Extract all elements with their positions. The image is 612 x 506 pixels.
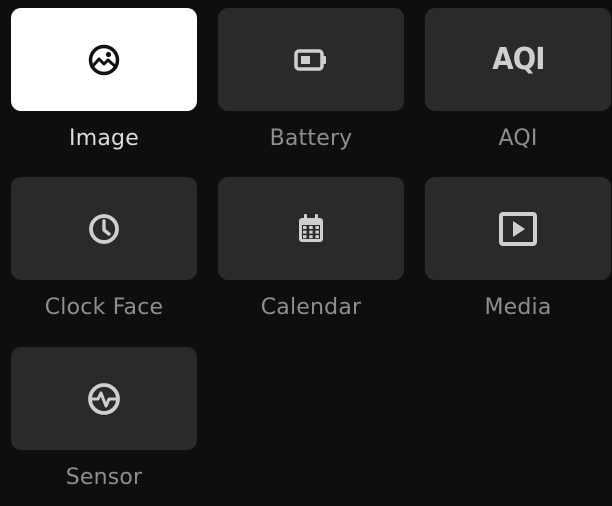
sensor-pulse-icon <box>82 377 126 421</box>
widget-tile-sensor-button[interactable] <box>11 347 197 450</box>
widget-tile-calendar-button[interactable] <box>218 177 404 280</box>
widget-label-battery: Battery <box>269 126 353 151</box>
media-play-icon <box>496 207 540 251</box>
widget-picker-panel: Image Battery AQI AQI Clock Face Calenda… <box>0 0 612 506</box>
widget-tile-sensor[interactable]: Sensor <box>11 347 197 497</box>
widget-tile-image[interactable]: Image <box>11 8 197 158</box>
widget-tile-media-button[interactable] <box>425 177 611 280</box>
widget-tile-aqi-button[interactable]: AQI <box>425 8 611 111</box>
calendar-icon <box>289 207 333 251</box>
clock-icon <box>82 207 126 251</box>
widget-label-image: Image <box>69 126 139 151</box>
widget-tile-aqi[interactable]: AQI AQI <box>425 8 611 158</box>
widget-tile-image-button[interactable] <box>11 8 197 111</box>
widget-label-aqi: AQI <box>498 126 538 151</box>
battery-icon <box>289 38 333 82</box>
aqi-icon: AQI <box>491 42 545 77</box>
widget-label-media: Media <box>484 295 552 320</box>
widget-label-sensor: Sensor <box>65 465 143 490</box>
widget-tile-calendar[interactable]: Calendar <box>218 177 404 327</box>
widget-tile-battery-button[interactable] <box>218 8 404 111</box>
widget-tile-clock-face-button[interactable] <box>11 177 197 280</box>
widget-tile-media[interactable]: Media <box>425 177 611 327</box>
widget-label-calendar: Calendar <box>260 295 362 320</box>
widget-label-clock-face: Clock Face <box>44 295 164 320</box>
widget-tile-clock-face[interactable]: Clock Face <box>11 177 197 327</box>
image-icon <box>82 38 126 82</box>
widget-tile-battery[interactable]: Battery <box>218 8 404 158</box>
